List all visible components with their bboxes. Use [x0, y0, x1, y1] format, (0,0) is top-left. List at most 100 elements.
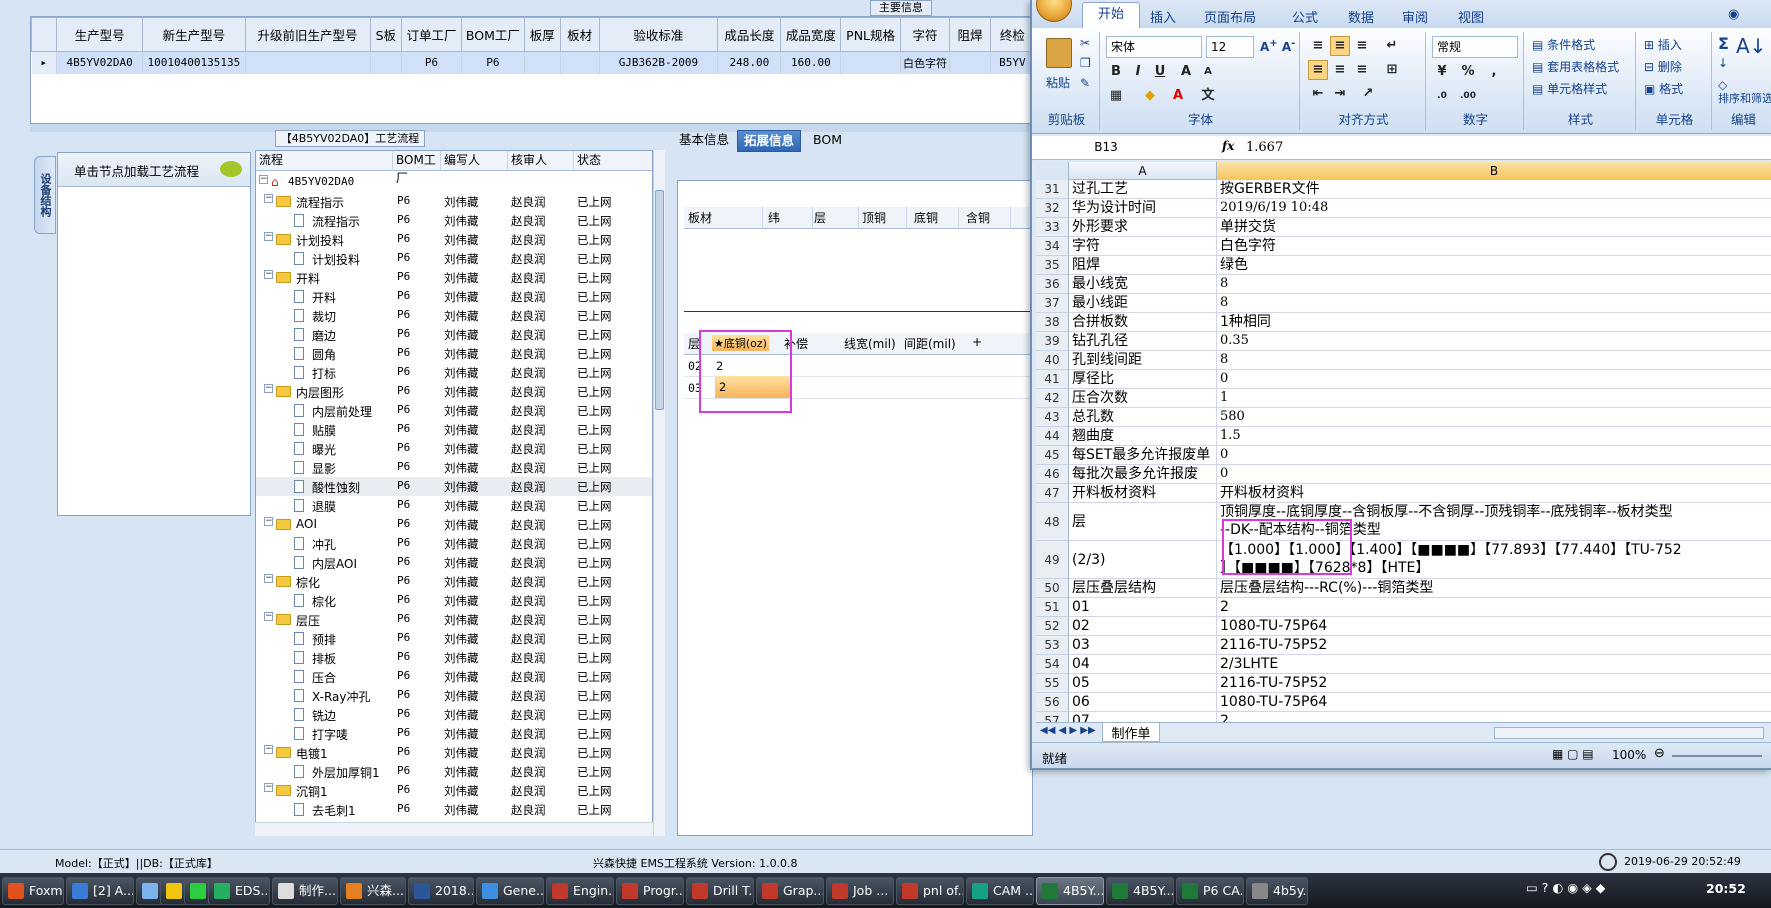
- tree-row[interactable]: 去毛刺1 P6 刘伟藏 赵良润 已上网: [256, 800, 652, 819]
- cell-a[interactable]: 过孔工艺: [1069, 180, 1217, 199]
- cell-b[interactable]: 2019/6/19 10:48: [1217, 199, 1771, 218]
- collapse-icon[interactable]: −: [264, 270, 273, 279]
- font-color-icon[interactable]: A: [1168, 86, 1188, 106]
- grid-header-7[interactable]: 板材: [559, 17, 600, 52]
- autosum-icon[interactable]: Σ: [1718, 34, 1729, 53]
- conditional-format-button[interactable]: ▤ 条件格式: [1532, 36, 1595, 53]
- copy-icon[interactable]: ❐: [1080, 56, 1091, 70]
- tab-formula[interactable]: 公式: [1292, 7, 1318, 26]
- collapse-icon[interactable]: −: [264, 194, 273, 203]
- cell-b[interactable]: 0: [1217, 465, 1771, 484]
- cell-a[interactable]: 层: [1069, 503, 1217, 541]
- sheet-horizontal-scrollbar[interactable]: [1494, 727, 1764, 739]
- tree-row[interactable]: 排板 P6 刘伟藏 赵良润 已上网: [256, 648, 652, 667]
- align-top-icon[interactable]: ≡: [1308, 36, 1328, 56]
- equipment-structure-tab[interactable]: 设备结构: [34, 156, 56, 234]
- collapse-icon[interactable]: −: [264, 384, 273, 393]
- cell-a[interactable]: 05: [1069, 674, 1217, 693]
- currency-icon[interactable]: ¥: [1432, 62, 1452, 82]
- row-header[interactable]: 39: [1036, 332, 1069, 351]
- cell-style-button[interactable]: ▤ 单元格样式: [1532, 80, 1607, 97]
- row-header[interactable]: 45: [1036, 446, 1069, 465]
- tree-row[interactable]: 铣边 P6 刘伟藏 赵良润 已上网: [256, 705, 652, 724]
- layer-col-3[interactable]: 线宽(mil): [844, 335, 896, 352]
- view-buttons[interactable]: ▦ ▢ ▤: [1552, 747, 1594, 761]
- tree-row[interactable]: 压合 P6 刘伟藏 赵良润 已上网: [256, 667, 652, 686]
- row-header[interactable]: 46: [1036, 465, 1069, 484]
- taskbar-item[interactable]: 4b5y...: [1246, 877, 1308, 905]
- cell-a[interactable]: 压合次数: [1069, 389, 1217, 408]
- taskbar-item[interactable]: Drill T...: [686, 877, 754, 905]
- taskbar-item[interactable]: [2] A...: [66, 877, 134, 905]
- tree-row[interactable]: 酸性蚀刻 P6 刘伟藏 赵良润 已上网: [256, 477, 652, 496]
- tab-review[interactable]: 审阅: [1402, 7, 1428, 26]
- cell-b[interactable]: 2/3LHTE: [1217, 655, 1771, 674]
- font-name-select[interactable]: 宋体: [1106, 36, 1202, 58]
- orientation-icon[interactable]: ↗: [1358, 84, 1378, 104]
- taskbar-item[interactable]: P6 CA...: [1176, 877, 1244, 905]
- italic-icon[interactable]: I: [1128, 62, 1148, 82]
- help-icon[interactable]: ◉: [1728, 7, 1739, 22]
- grid-header-2[interactable]: 升级前旧生产型号: [244, 17, 371, 52]
- tray-icons[interactable]: ▭ ? ◐ ◉ ◈ ◆: [1526, 880, 1605, 895]
- collapse-icon[interactable]: −: [264, 232, 273, 241]
- tree-row[interactable]: − 内层图形 P6 刘伟藏 赵良润 已上网: [256, 382, 652, 401]
- taskbar-item[interactable]: 4B5Y...: [1106, 877, 1174, 905]
- cell-a[interactable]: 外形要求: [1069, 218, 1217, 237]
- grow-font-icon[interactable]: A+ A-: [1260, 38, 1295, 54]
- tab-page-layout[interactable]: 页面布局: [1204, 7, 1256, 26]
- cell-b[interactable]: 1080-TU-75P64: [1217, 617, 1771, 636]
- material-col-4[interactable]: 底铜: [914, 209, 938, 226]
- cell-b[interactable]: 2116-TU-75P52: [1217, 674, 1771, 693]
- grid-header-8[interactable]: 验收标准: [598, 17, 719, 52]
- row-header[interactable]: 43: [1036, 408, 1069, 427]
- tree-col-header-1[interactable]: BOM工厂: [393, 151, 441, 185]
- cell-a[interactable]: 翘曲度: [1069, 427, 1217, 446]
- tree-row[interactable]: 圆角 P6 刘伟藏 赵良润 已上网: [256, 344, 652, 363]
- tree-row[interactable]: 冲孔 P6 刘伟藏 赵良润 已上网: [256, 534, 652, 553]
- tree-row[interactable]: − 开料 P6 刘伟藏 赵良润 已上网: [256, 268, 652, 287]
- tree-row[interactable]: − 沉铜1 P6 刘伟藏 赵良润 已上网: [256, 781, 652, 800]
- number-format-select[interactable]: 常规: [1432, 36, 1518, 58]
- cell-b[interactable]: 8: [1217, 294, 1771, 313]
- column-b-header[interactable]: B: [1217, 162, 1771, 180]
- grid-header-12[interactable]: 字符: [899, 17, 951, 52]
- row-indicator[interactable]: ▸: [31, 51, 57, 74]
- taskbar-item[interactable]: Engin...: [546, 877, 614, 905]
- align-left-icon[interactable]: ≡: [1308, 60, 1328, 80]
- cell-a[interactable]: 每SET最多允许报废单: [1069, 446, 1217, 465]
- name-box[interactable]: B13: [1036, 137, 1176, 159]
- taskbar-item[interactable]: Foxm...: [2, 877, 64, 905]
- cell-a[interactable]: 字符: [1069, 237, 1217, 256]
- decrease-indent-icon[interactable]: ⇤: [1308, 84, 1328, 104]
- cell-b[interactable]: 1.5: [1217, 427, 1771, 446]
- grid-header-5[interactable]: BOM工厂: [460, 17, 525, 52]
- tab-view[interactable]: 视图: [1458, 7, 1484, 26]
- taskbar-item[interactable]: pnl of...: [896, 877, 964, 905]
- cell-b[interactable]: 层压叠层结构---RC(%)---铜箔类型: [1217, 579, 1771, 598]
- cell-b[interactable]: 绿色: [1217, 256, 1771, 275]
- tab-home[interactable]: 开始: [1082, 2, 1140, 28]
- cell-a[interactable]: 07: [1069, 712, 1217, 722]
- wrap-text-icon[interactable]: ↵: [1382, 36, 1402, 56]
- grid-cell-12[interactable]: 白色字符: [900, 51, 951, 74]
- column-a-header[interactable]: A: [1069, 162, 1217, 180]
- layer-col-5[interactable]: +: [972, 335, 982, 349]
- cell-a[interactable]: 合拼板数: [1069, 313, 1217, 332]
- cell-b[interactable]: 1080-TU-75P64: [1217, 693, 1771, 712]
- grid-header-0[interactable]: 生产型号: [55, 17, 144, 52]
- cell-a[interactable]: 钻孔孔径: [1069, 332, 1217, 351]
- tab-data[interactable]: 数据: [1348, 7, 1374, 26]
- tree-row[interactable]: 外层加厚铜1 P6 刘伟藏 赵良润 已上网: [256, 762, 652, 781]
- tree-row[interactable]: 打字唛 P6 刘伟藏 赵良润 已上网: [256, 724, 652, 743]
- row-header[interactable]: 52: [1036, 617, 1069, 636]
- tree-row[interactable]: − 计划投料 P6 刘伟藏 赵良润 已上网: [256, 230, 652, 249]
- grid-cell-10[interactable]: 160.00: [780, 51, 842, 74]
- cell-b[interactable]: 2116-TU-75P52: [1217, 636, 1771, 655]
- fx-icon[interactable]: fx: [1222, 139, 1234, 153]
- taskbar-item[interactable]: 4B5Y...: [1036, 877, 1104, 905]
- tree-row[interactable]: − 棕化 P6 刘伟藏 赵良润 已上网: [256, 572, 652, 591]
- cell-a[interactable]: 06: [1069, 693, 1217, 712]
- paste-icon[interactable]: [1046, 38, 1072, 68]
- grid-cell-0[interactable]: 4B5YV02DA0: [56, 51, 144, 74]
